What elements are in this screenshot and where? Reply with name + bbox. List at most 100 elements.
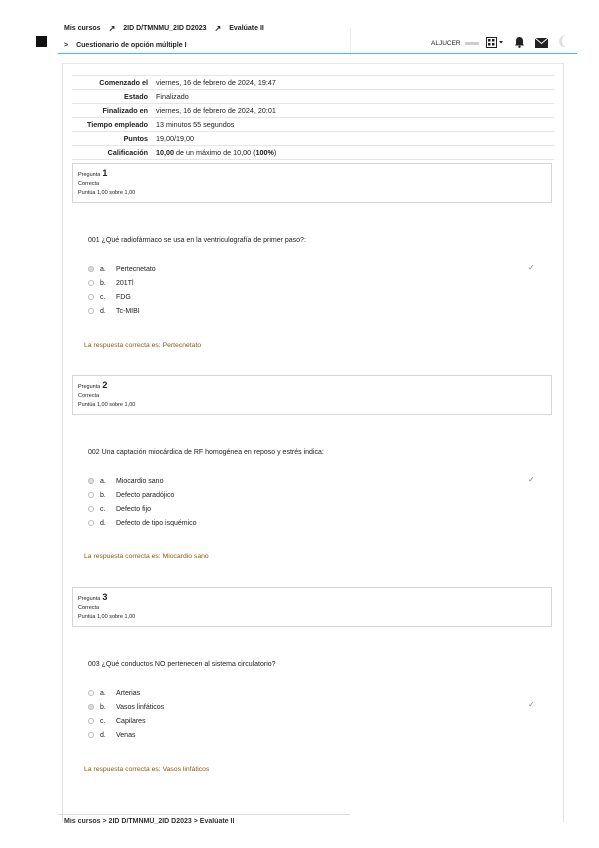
question-status: Correcta: [78, 605, 100, 611]
correct-answer-feedback-3: La respuesta correcta es: Vasos linfátic…: [84, 766, 210, 773]
breadcrumb-course[interactable]: 2ID D/TMNMU_2ID D2023: [123, 25, 206, 32]
correct-answer-feedback-2: La respuesta correcta es: Miocardio sano: [84, 553, 209, 560]
grade-text-end: ): [273, 148, 277, 157]
option-letter: b.: [100, 279, 106, 287]
checkmark-icon: ✓: [528, 263, 535, 272]
breadcrumb-mis-cursos[interactable]: Mis cursos: [64, 25, 101, 32]
summary-row: Tiempo empleado 13 minutos 55 segundos: [72, 117, 554, 132]
summary-row: Calificación 10,00 de un máximo de 10,00…: [72, 145, 554, 160]
option-letter: a.: [100, 689, 106, 697]
radio-unselected[interactable]: [88, 718, 94, 724]
footer-divider: [58, 814, 350, 815]
answer-option[interactable]: c. Defecto fijo: [88, 502, 197, 516]
answer-option[interactable]: c. Capilares: [88, 714, 164, 728]
radio-unselected[interactable]: [88, 492, 94, 498]
answer-option[interactable]: b. Defecto paradójico: [88, 488, 197, 502]
summary-value: viernes, 16 de febrero de 2024, 20:01: [152, 103, 554, 118]
radio-unselected[interactable]: [88, 308, 94, 314]
radio-unselected[interactable]: [88, 280, 94, 286]
app-logo-square: [36, 36, 47, 47]
option-text: Defecto de tipo isquémico: [116, 519, 197, 527]
answer-option[interactable]: d. Venas: [88, 728, 164, 742]
chevron-right-icon[interactable]: >: [64, 42, 68, 49]
summary-value: 13 minutos 55 segundos: [152, 117, 554, 132]
option-letter: b.: [100, 703, 106, 711]
question-prefix: Pregunta: [78, 172, 101, 178]
question-score: Puntúa 1,00 sobre 1,00: [78, 190, 136, 196]
option-text: Tc-MIBI: [116, 307, 140, 315]
summary-label: Estado: [72, 89, 152, 104]
radio-unselected[interactable]: [88, 294, 94, 300]
footer-breadcrumb: Mis cursos > 2ID D/TMNMU_2ID D2023 > Eva…: [64, 818, 235, 824]
question-status: Correcta: [78, 393, 100, 399]
radio-selected[interactable]: [88, 266, 94, 272]
header-accent-line: [58, 53, 577, 54]
option-letter: c.: [100, 293, 106, 301]
radio-selected[interactable]: [88, 478, 94, 484]
option-text: Vasos linfáticos: [116, 703, 165, 711]
option-text: Capilares: [116, 717, 146, 725]
option-text: Venas: [116, 731, 136, 739]
question-score: Puntúa 1,00 sobre 1,00: [78, 614, 136, 620]
question-text-3: 003 ¿Qué conductos NO pertenecen al sist…: [88, 661, 276, 668]
option-letter: b.: [100, 491, 106, 499]
apps-grid-icon[interactable]: [486, 35, 504, 53]
question-info-3: Pregunta 3 Correcta Puntúa 1,00 sobre 1,0…: [72, 587, 552, 627]
radio-unselected[interactable]: [88, 506, 94, 512]
answer-option[interactable]: a. Arterias: [88, 686, 164, 700]
quiz-title[interactable]: Cuestionario de opción múltiple I: [76, 42, 186, 49]
summary-label: Tiempo empleado: [72, 117, 152, 132]
grade-value: 10,00: [156, 148, 174, 157]
option-text: 201Tl: [116, 279, 134, 287]
option-text: Arterias: [116, 689, 141, 697]
answer-option[interactable]: d. Defecto de tipo isquémico: [88, 516, 197, 530]
summary-label: Calificación: [72, 145, 152, 160]
correct-answer-feedback-1: La respuesta correcta es: Pertecnetato: [84, 342, 202, 349]
radio-selected[interactable]: [88, 704, 94, 710]
answer-option[interactable]: d. Tc-MIBI: [88, 304, 156, 318]
summary-label: Comenzado el: [72, 75, 152, 90]
checkmark-icon: ✓: [528, 700, 535, 709]
summary-label: Finalizado en: [72, 103, 152, 118]
question-number: 1: [102, 168, 108, 178]
checkmark-icon: ✓: [528, 475, 535, 484]
mail-icon[interactable]: [534, 35, 549, 53]
breadcrumb-evaluate[interactable]: Evalúate II: [229, 25, 264, 32]
answer-options-1: a. Pertecnetato b. 201Tl c. FDG d. Tc-MIBI: [88, 262, 156, 318]
summary-value: 19,00/19,00: [152, 131, 554, 146]
answer-option[interactable]: b. Vasos linfáticos: [88, 700, 164, 714]
option-letter: c.: [100, 505, 106, 513]
option-text: Miocardio sano: [116, 477, 164, 485]
grade-text: de un máximo de 10,00 (: [174, 148, 256, 157]
radio-unselected[interactable]: [88, 732, 94, 738]
question-score: Puntúa 1,00 sobre 1,00: [78, 402, 136, 408]
option-text: Defecto paradójico: [116, 491, 175, 499]
radio-unselected[interactable]: [88, 520, 94, 526]
top-icons: [486, 34, 568, 53]
radio-unselected[interactable]: [88, 690, 94, 696]
question-number: 3: [102, 592, 108, 602]
chevron-right-icon: ↗: [108, 24, 116, 33]
option-letter: d.: [100, 307, 106, 315]
option-letter: a.: [100, 477, 106, 485]
header-divider: [350, 28, 351, 56]
option-text: FDG: [116, 293, 131, 301]
question-info-2: Pregunta 2 Correcta Puntúa 1,00 sobre 1,0…: [72, 375, 552, 415]
user-menu[interactable]: ALJUCER: [431, 40, 479, 47]
answer-option[interactable]: a. Pertecnetato: [88, 262, 156, 276]
answer-option[interactable]: a. Miocardio sano: [88, 474, 197, 488]
question-prefix: Pregunta: [78, 596, 101, 602]
option-letter: d.: [100, 731, 106, 739]
question-info-1: Pregunta 1 Correcta Puntúa 1,00 sobre 1,0…: [72, 163, 552, 203]
answer-option[interactable]: b. 201Tl: [88, 276, 156, 290]
bell-icon[interactable]: [514, 35, 525, 53]
question-status: Correcta: [78, 181, 100, 187]
moon-icon[interactable]: [558, 34, 568, 53]
user-name: ALJUCER: [431, 40, 461, 47]
option-letter: d.: [100, 519, 106, 527]
grade-percent: 100%: [255, 148, 274, 157]
summary-value: viernes, 16 de febrero de 2024, 19:47: [152, 75, 554, 90]
answer-options-2: a. Miocardio sano b. Defecto paradójico c.…: [88, 474, 197, 530]
chevron-right-icon: ↗: [214, 24, 222, 33]
answer-option[interactable]: c. FDG: [88, 290, 156, 304]
